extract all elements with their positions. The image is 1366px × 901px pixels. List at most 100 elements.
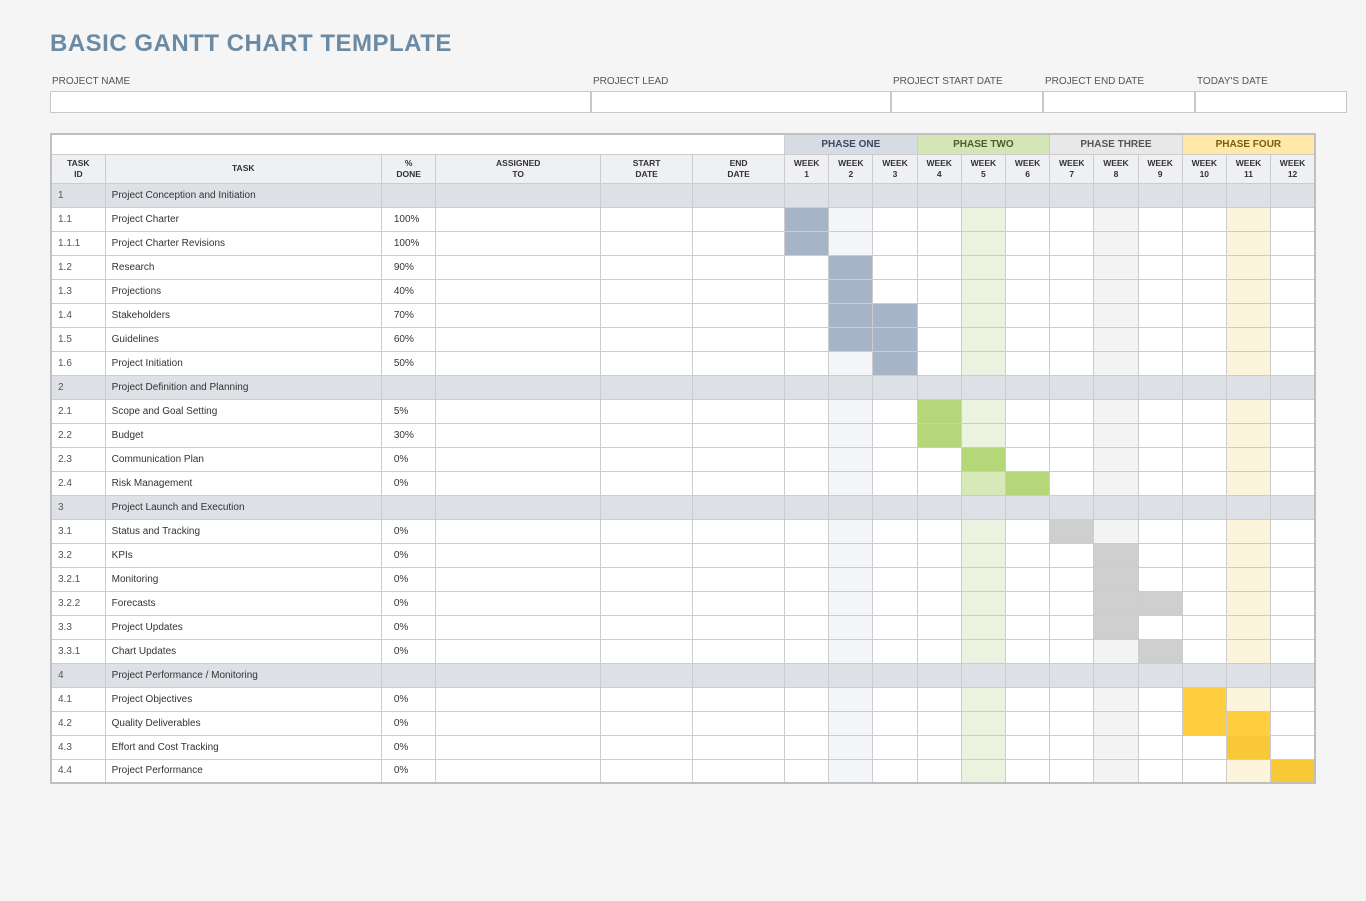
cell-task[interactable]: Project Updates: [105, 615, 381, 639]
gantt-cell[interactable]: [1094, 711, 1138, 735]
gantt-cell[interactable]: [917, 447, 961, 471]
gantt-cell[interactable]: [961, 471, 1005, 495]
gantt-cell[interactable]: [873, 687, 917, 711]
cell-task[interactable]: Scope and Goal Setting: [105, 399, 381, 423]
cell-assigned[interactable]: [436, 663, 601, 687]
gantt-cell[interactable]: [785, 687, 829, 711]
gantt-cell[interactable]: [961, 663, 1005, 687]
gantt-cell[interactable]: [829, 639, 873, 663]
gantt-cell[interactable]: [1005, 231, 1049, 255]
gantt-cell[interactable]: [1271, 735, 1315, 759]
cell-pct-done[interactable]: 40%: [381, 279, 436, 303]
gantt-cell[interactable]: [873, 375, 917, 399]
gantt-cell[interactable]: [1226, 759, 1270, 783]
gantt-cell[interactable]: [1094, 759, 1138, 783]
gantt-cell[interactable]: [1271, 399, 1315, 423]
gantt-cell[interactable]: [961, 687, 1005, 711]
cell-enddate[interactable]: [693, 351, 785, 375]
gantt-cell[interactable]: [961, 495, 1005, 519]
gantt-cell[interactable]: [961, 207, 1005, 231]
cell-startdate[interactable]: [601, 327, 693, 351]
gantt-cell[interactable]: [785, 495, 829, 519]
gantt-cell[interactable]: [873, 711, 917, 735]
cell-startdate[interactable]: [601, 255, 693, 279]
gantt-cell[interactable]: [1271, 543, 1315, 567]
gantt-cell[interactable]: [1226, 399, 1270, 423]
cell-taskid[interactable]: 1.2: [51, 255, 105, 279]
gantt-cell[interactable]: [961, 423, 1005, 447]
gantt-cell[interactable]: [917, 375, 961, 399]
gantt-cell[interactable]: [785, 639, 829, 663]
end-date-input[interactable]: [1043, 91, 1195, 113]
cell-taskid[interactable]: 1: [51, 183, 105, 207]
cell-pct-done[interactable]: 30%: [381, 423, 436, 447]
gantt-cell[interactable]: [1050, 327, 1094, 351]
gantt-cell[interactable]: [1271, 759, 1315, 783]
gantt-cell[interactable]: [961, 759, 1005, 783]
cell-taskid[interactable]: 1.4: [51, 303, 105, 327]
cell-pct-done[interactable]: 0%: [381, 759, 436, 783]
cell-task[interactable]: Quality Deliverables: [105, 711, 381, 735]
cell-enddate[interactable]: [693, 207, 785, 231]
gantt-cell[interactable]: [1182, 423, 1226, 447]
cell-pct-done[interactable]: [381, 375, 436, 399]
gantt-cell[interactable]: [1138, 519, 1182, 543]
gantt-cell[interactable]: [785, 471, 829, 495]
gantt-cell[interactable]: [961, 399, 1005, 423]
gantt-cell[interactable]: [917, 759, 961, 783]
cell-taskid[interactable]: 1.1.1: [51, 231, 105, 255]
gantt-cell[interactable]: [1050, 591, 1094, 615]
cell-task[interactable]: Stakeholders: [105, 303, 381, 327]
gantt-cell[interactable]: [1138, 375, 1182, 399]
cell-taskid[interactable]: 2: [51, 375, 105, 399]
gantt-cell[interactable]: [1138, 279, 1182, 303]
gantt-cell[interactable]: [1005, 399, 1049, 423]
gantt-cell[interactable]: [873, 303, 917, 327]
gantt-cell[interactable]: [917, 399, 961, 423]
cell-assigned[interactable]: [436, 303, 601, 327]
gantt-cell[interactable]: [785, 567, 829, 591]
gantt-cell[interactable]: [829, 759, 873, 783]
gantt-cell[interactable]: [961, 231, 1005, 255]
gantt-cell[interactable]: [1094, 663, 1138, 687]
cell-task[interactable]: Project Performance: [105, 759, 381, 783]
cell-taskid[interactable]: 3.1: [51, 519, 105, 543]
gantt-cell[interactable]: [961, 519, 1005, 543]
gantt-cell[interactable]: [1050, 495, 1094, 519]
gantt-cell[interactable]: [1182, 639, 1226, 663]
gantt-cell[interactable]: [1094, 567, 1138, 591]
gantt-cell[interactable]: [873, 399, 917, 423]
cell-task[interactable]: Communication Plan: [105, 447, 381, 471]
gantt-cell[interactable]: [1094, 279, 1138, 303]
cell-pct-done[interactable]: 100%: [381, 231, 436, 255]
gantt-cell[interactable]: [917, 303, 961, 327]
gantt-cell[interactable]: [1005, 447, 1049, 471]
gantt-cell[interactable]: [1271, 471, 1315, 495]
gantt-cell[interactable]: [961, 327, 1005, 351]
gantt-cell[interactable]: [961, 303, 1005, 327]
gantt-cell[interactable]: [1138, 567, 1182, 591]
gantt-cell[interactable]: [785, 399, 829, 423]
gantt-cell[interactable]: [829, 567, 873, 591]
cell-pct-done[interactable]: [381, 495, 436, 519]
cell-startdate[interactable]: [601, 591, 693, 615]
gantt-cell[interactable]: [917, 567, 961, 591]
gantt-cell[interactable]: [1005, 543, 1049, 567]
gantt-cell[interactable]: [1138, 615, 1182, 639]
gantt-cell[interactable]: [917, 591, 961, 615]
gantt-cell[interactable]: [1005, 351, 1049, 375]
cell-enddate[interactable]: [693, 471, 785, 495]
gantt-cell[interactable]: [917, 711, 961, 735]
gantt-cell[interactable]: [1182, 615, 1226, 639]
gantt-cell[interactable]: [1094, 375, 1138, 399]
cell-taskid[interactable]: 2.4: [51, 471, 105, 495]
gantt-cell[interactable]: [1050, 615, 1094, 639]
gantt-cell[interactable]: [1271, 207, 1315, 231]
cell-taskid[interactable]: 4.1: [51, 687, 105, 711]
gantt-cell[interactable]: [1050, 399, 1094, 423]
gantt-cell[interactable]: [829, 495, 873, 519]
cell-startdate[interactable]: [601, 687, 693, 711]
gantt-cell[interactable]: [1182, 591, 1226, 615]
gantt-cell[interactable]: [1271, 519, 1315, 543]
gantt-cell[interactable]: [1094, 471, 1138, 495]
